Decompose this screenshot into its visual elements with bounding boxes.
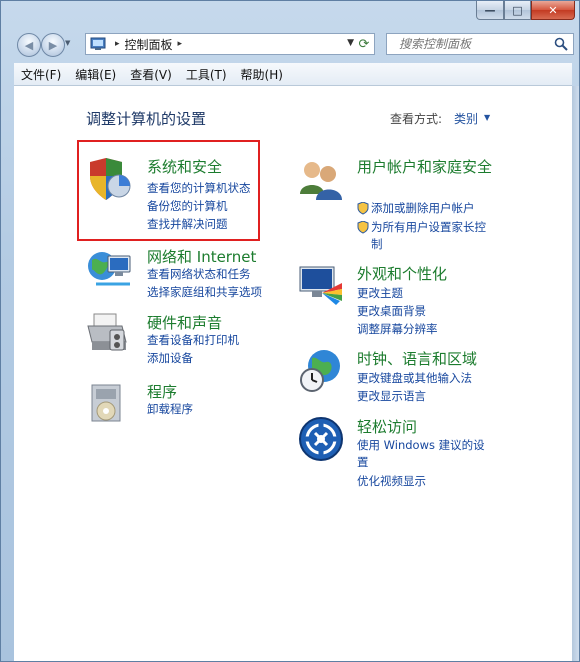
link-optimize-video[interactable]: 优化视频显示 [357, 473, 426, 489]
forward-arrow-icon: ▶ [48, 38, 58, 52]
link-devices-printers[interactable]: 查看设备和打印机 [147, 332, 239, 348]
window-right-border [572, 86, 579, 661]
close-button[interactable]: ✕ [531, 1, 575, 20]
control-panel-window: — □ ✕ ◀ ▶ ▼ ▸ 控制面板 ▸ ▼ ⟳ 搜索控制面板 文件(F) 编辑… [0, 0, 580, 662]
category-title[interactable]: 硬件和声音 [147, 312, 222, 333]
back-button[interactable]: ◀ [17, 33, 41, 57]
menu-bar: 文件(F) 编辑(E) 查看(V) 工具(T) 帮助(H) [14, 63, 572, 86]
category-title[interactable]: 网络和 Internet [147, 246, 256, 267]
link-add-device[interactable]: 添加设备 [147, 350, 193, 366]
link-view-computer-status[interactable]: 查看您的计算机状态 [147, 180, 251, 196]
menu-help[interactable]: 帮助(H) [234, 66, 290, 83]
category-title[interactable]: 外观和个性化 [357, 263, 447, 284]
search-input[interactable] [397, 36, 551, 52]
link-change-theme[interactable]: 更改主题 [357, 285, 403, 301]
link-homegroup-sharing[interactable]: 选择家庭组和共享选项 [147, 284, 262, 300]
view-by-caret-icon[interactable]: ▼ [484, 113, 490, 122]
search-field[interactable] [386, 33, 574, 55]
ease-of-access-icon [299, 417, 343, 461]
link-uninstall-program[interactable]: 卸载程序 [147, 401, 193, 417]
category-title[interactable]: 时钟、语言和区域 [357, 348, 477, 369]
category-title[interactable]: 用户帐户和家庭安全 [357, 158, 493, 177]
recent-pages-dropdown-icon[interactable]: ▼ [65, 39, 70, 47]
breadcrumb-separator[interactable]: ▸ [178, 39, 183, 49]
breadcrumb-separator[interactable]: ▸ [115, 39, 120, 49]
link-troubleshoot[interactable]: 查找并解决问题 [147, 216, 228, 232]
link-display-language[interactable]: 更改显示语言 [357, 388, 426, 404]
category-title[interactable]: 系统和安全 [147, 156, 222, 177]
address-dropdown-icon[interactable]: ▼ [347, 38, 354, 48]
minimize-button[interactable]: — [476, 1, 504, 20]
link-parental-controls[interactable]: 为所有用户设置家长控制 [371, 219, 495, 253]
view-by-label: 查看方式: [390, 112, 443, 126]
link-desktop-background[interactable]: 更改桌面背景 [357, 303, 426, 319]
link-windows-recommended-settings[interactable]: 使用 Windows 建议的设置 [357, 437, 495, 471]
menu-tools[interactable]: 工具(T) [179, 66, 234, 83]
network-globe-icon [88, 252, 131, 286]
search-icon[interactable] [554, 37, 568, 51]
users-icon [300, 162, 342, 200]
category-title[interactable]: 轻松访问 [357, 416, 417, 437]
navigation-bar: ◀ ▶ ▼ ▸ 控制面板 ▸ ▼ ⟳ [1, 31, 579, 61]
uac-shield-icon [357, 200, 369, 219]
link-add-remove-accounts[interactable]: 添加或删除用户帐户 [371, 200, 475, 216]
link-network-status[interactable]: 查看网络状态和任务 [147, 266, 251, 282]
page-title: 调整计算机的设置 [86, 110, 207, 128]
menu-view[interactable]: 查看(V) [123, 66, 179, 83]
category-title[interactable]: 程序 [147, 381, 177, 402]
breadcrumb-control-panel[interactable]: 控制面板 [125, 36, 173, 53]
link-screen-resolution[interactable]: 调整屏幕分辨率 [357, 321, 438, 337]
control-panel-icon [90, 37, 106, 50]
shield-icon [90, 158, 131, 200]
forward-button[interactable]: ▶ [41, 33, 65, 57]
menu-edit[interactable]: 编辑(E) [68, 66, 123, 83]
menu-file[interactable]: 文件(F) [14, 66, 68, 83]
uac-shield-icon [357, 219, 369, 238]
back-arrow-icon: ◀ [24, 38, 34, 52]
content-pane: 调整计算机的设置 查看方式: 类别 ▼ 系统和安全 查看您的计算机状态 备份您的… [14, 86, 572, 661]
maximize-button[interactable]: □ [504, 1, 531, 20]
appearance-icon [299, 266, 342, 305]
printer-icon [87, 313, 127, 351]
address-bar[interactable]: ▸ 控制面板 ▸ ▼ ⟳ [85, 33, 375, 55]
window-controls: — □ ✕ [476, 1, 575, 20]
link-backup-computer[interactable]: 备份您的计算机 [147, 198, 228, 214]
clock-globe-icon [300, 350, 340, 392]
view-by-dropdown[interactable]: 类别 [454, 110, 478, 127]
programs-icon [91, 384, 121, 422]
refresh-icon[interactable]: ⟳ [356, 35, 372, 53]
link-keyboard-input[interactable]: 更改键盘或其他输入法 [357, 370, 472, 386]
